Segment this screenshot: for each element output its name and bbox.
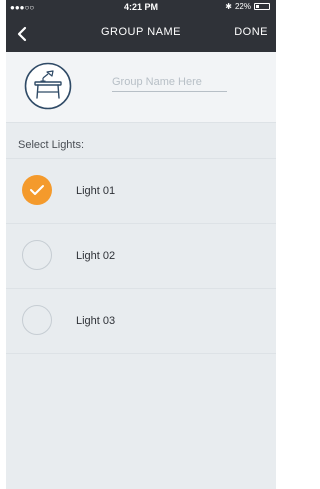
bluetooth-icon: ✱ <box>225 2 232 11</box>
light-01-checkbox[interactable] <box>22 175 52 205</box>
light-row-02[interactable]: Light 02 <box>6 224 276 289</box>
light-03-label: Light 03 <box>76 315 116 327</box>
battery-percent: 22% <box>234 2 251 11</box>
light-02-checkbox[interactable] <box>22 240 52 270</box>
main-content: Select Lights: Light 01 Light 02 Light 0… <box>6 52 276 489</box>
status-right: ✱ 22% <box>225 2 270 11</box>
group-name-input[interactable] <box>112 74 227 92</box>
light-list: Light 01 Light 02 Light 03 <box>6 158 276 354</box>
nav-bar: GROUP NAME DONE <box>6 16 276 52</box>
light-03-checkbox[interactable] <box>22 305 52 335</box>
light-row-01[interactable]: Light 01 <box>6 159 276 224</box>
select-lights-label: Select Lights: <box>18 139 85 151</box>
status-bar: ●●●○○ 4:21 PM ✱ 22% <box>6 0 276 16</box>
battery-fill <box>256 5 259 8</box>
app-screen: ●●●○○ 4:21 PM ✱ 22% GROUP NAME DONE Grou… <box>0 0 282 489</box>
light-01-label: Light 01 <box>76 185 116 197</box>
group-header <box>6 52 276 123</box>
light-02-label: Light 02 <box>76 250 116 262</box>
battery-icon <box>254 3 270 10</box>
checkmark-icon <box>30 185 44 195</box>
table-lamp-icon[interactable] <box>24 62 72 110</box>
done-button[interactable]: DONE <box>234 26 268 38</box>
light-row-03[interactable]: Light 03 <box>6 289 276 354</box>
